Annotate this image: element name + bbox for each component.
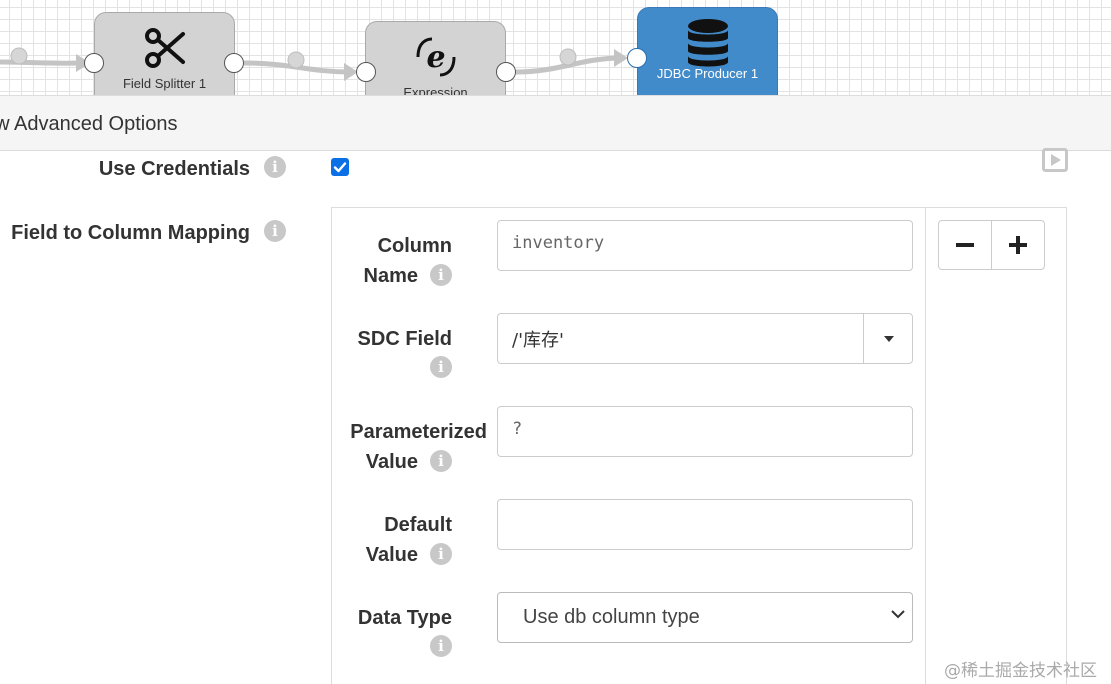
stage-output-port[interactable]: [496, 62, 516, 82]
stage-input-port[interactable]: [627, 48, 647, 68]
sdc-field-label: SDC Field: [357, 328, 452, 350]
stage-expression[interactable]: e Expression: [365, 21, 506, 95]
info-icon[interactable]: i: [430, 450, 452, 472]
default-value-label-2: Value: [365, 544, 418, 566]
advanced-options-bar[interactable]: ow Advanced Options: [0, 95, 1111, 151]
minus-icon: [956, 243, 974, 247]
info-icon[interactable]: i: [430, 543, 452, 565]
field-mapping-label: Field to Column Mapping: [11, 222, 250, 244]
parameterized-value-input[interactable]: ?: [497, 406, 913, 457]
column-name-input[interactable]: inventory: [497, 220, 913, 271]
sdc-field-value: /'库存': [512, 330, 564, 351]
data-type-select[interactable]: Use db column type: [497, 592, 913, 643]
remove-mapping-button[interactable]: [939, 221, 991, 269]
check-icon: [333, 162, 347, 173]
field-mapping-divider: [925, 207, 926, 684]
add-mapping-button[interactable]: [991, 221, 1044, 269]
use-credentials-label: Use Credentials: [98, 158, 250, 180]
scissors-icon: [95, 23, 234, 73]
plus-icon: [1009, 236, 1027, 254]
stage-field-splitter[interactable]: Field Splitter 1: [94, 12, 235, 95]
stage-label: JDBC Producer 1: [656, 66, 759, 81]
use-credentials-checkbox[interactable]: [331, 158, 349, 176]
show-advanced-options-label[interactable]: ow Advanced Options: [0, 113, 177, 136]
stage-label: Field Splitter 1: [122, 76, 207, 91]
info-icon[interactable]: i: [264, 156, 286, 178]
stage-input-port[interactable]: [84, 53, 104, 73]
parameterized-value-label-2: Value: [365, 451, 418, 473]
column-name-label: Column: [377, 235, 452, 257]
sdc-field-dropdown-button[interactable]: [863, 314, 913, 364]
mapping-row-actions: [938, 220, 1045, 270]
svg-text:e: e: [426, 40, 445, 75]
chevron-down-icon: [891, 610, 905, 619]
database-icon: [638, 18, 777, 68]
pipeline-canvas[interactable]: Field Splitter 1 e Expression JDBC Produ…: [0, 0, 1111, 95]
info-icon[interactable]: i: [430, 635, 452, 657]
link-record-icon: [287, 51, 305, 69]
stage-label: Expression: [403, 85, 468, 95]
column-name-label-2: Name: [363, 265, 418, 287]
stage-output-port[interactable]: [224, 53, 244, 73]
watermark: @稀土掘金技术社区: [944, 661, 1097, 681]
link-record-icon: [559, 48, 577, 66]
link-record-icon: [10, 47, 28, 65]
data-type-label: Data Type: [357, 607, 452, 629]
caret-down-icon: [883, 336, 894, 342]
stage-input-port[interactable]: [356, 62, 376, 82]
expression-icon: e: [366, 32, 505, 82]
info-icon[interactable]: i: [430, 356, 452, 378]
sdc-field-input[interactable]: /'库存': [497, 313, 913, 364]
stage-jdbc-producer[interactable]: JDBC Producer 1: [637, 7, 778, 95]
default-value-input[interactable]: [497, 499, 913, 550]
data-type-selected-value: Use db column type: [523, 606, 700, 628]
default-value-label: Default: [384, 514, 452, 536]
info-icon[interactable]: i: [430, 264, 452, 286]
preview-icon[interactable]: [1042, 148, 1068, 172]
parameterized-value-label: Parameterized: [350, 421, 487, 443]
info-icon[interactable]: i: [264, 220, 286, 242]
